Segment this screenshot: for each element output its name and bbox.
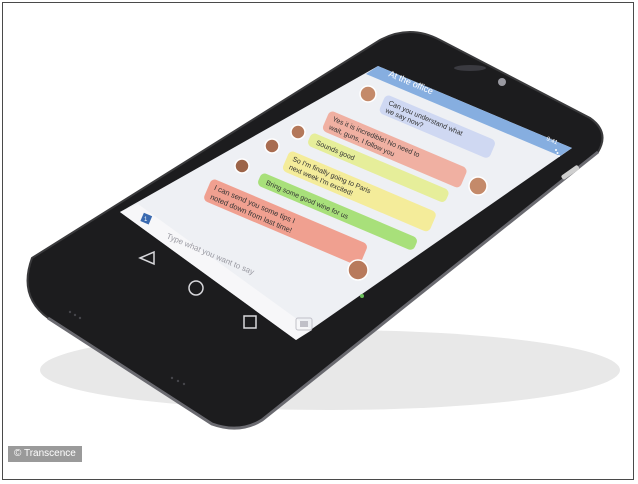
phone-photo: At the office 9:41 Can you understand wh… — [26, 31, 620, 430]
send-icon[interactable] — [360, 294, 364, 298]
avatar — [234, 158, 250, 174]
photo-credit: © Transcence — [8, 446, 82, 462]
avatar — [468, 176, 488, 196]
avatar — [264, 138, 280, 154]
avatar — [359, 85, 377, 103]
front-camera — [498, 78, 506, 86]
avatar — [290, 124, 306, 140]
earpiece-speaker — [454, 65, 486, 71]
avatar — [347, 259, 369, 281]
